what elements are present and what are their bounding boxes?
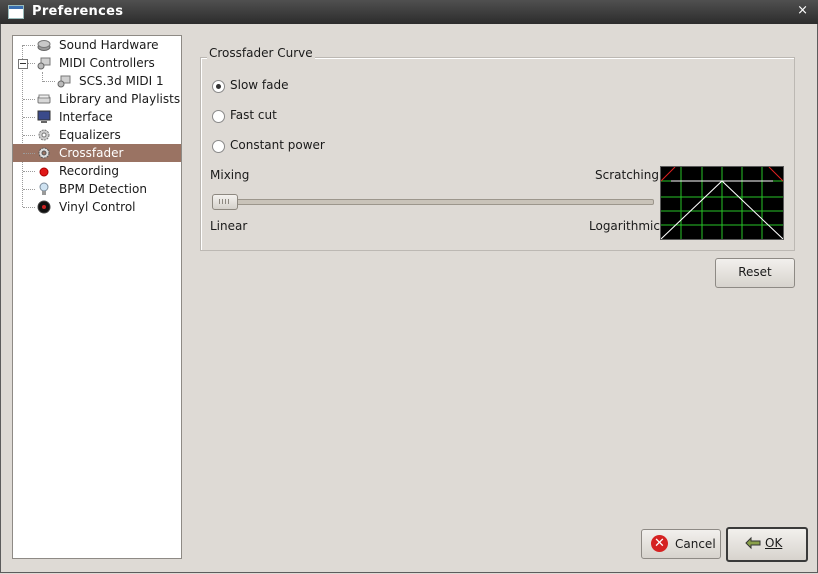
group-title: Crossfader Curve bbox=[207, 46, 315, 60]
midi-controller-icon bbox=[37, 57, 51, 70]
sidebar-item-label: Vinyl Control bbox=[59, 200, 136, 214]
ok-button[interactable]: OK bbox=[726, 527, 808, 562]
window-icon bbox=[8, 5, 24, 19]
slider-handle[interactable] bbox=[212, 194, 238, 210]
cancel-label: Cancel bbox=[675, 537, 716, 551]
collapse-icon[interactable] bbox=[18, 59, 28, 69]
tree-guide-line bbox=[23, 99, 35, 100]
sidebar-item-interface[interactable]: Interface bbox=[13, 108, 181, 126]
close-button[interactable]: × bbox=[797, 3, 808, 18]
sidebar-item-label: Library and Playlists bbox=[59, 92, 181, 106]
sidebar-item-bpm-detection[interactable]: BPM Detection bbox=[13, 180, 181, 198]
preferences-window: Preferences × Sound Hardware MIDI Contro… bbox=[0, 0, 818, 574]
window-title: Preferences bbox=[32, 4, 124, 19]
reset-button[interactable]: Reset bbox=[715, 258, 795, 288]
vinyl-icon bbox=[37, 200, 51, 214]
tree-guide-line bbox=[23, 117, 35, 118]
linear-label: Linear bbox=[210, 219, 248, 233]
cancel-button[interactable]: ✕ Cancel bbox=[641, 529, 721, 559]
tree-guide-line bbox=[23, 135, 35, 136]
sidebar-item-midi-controllers[interactable]: MIDI Controllers bbox=[13, 54, 181, 72]
radio-label: Slow fade bbox=[230, 78, 289, 92]
tree-guide-line bbox=[23, 153, 35, 154]
sidebar-item-label: Crossfader bbox=[59, 146, 124, 160]
sidebar-item-crossfader[interactable]: Crossfader bbox=[13, 144, 181, 162]
sidebar-item-label: MIDI Controllers bbox=[59, 56, 155, 70]
reset-label: Reset bbox=[738, 265, 772, 279]
crossfader-curve-slider[interactable] bbox=[212, 199, 654, 205]
radio-indicator[interactable] bbox=[212, 140, 225, 153]
sidebar-item-label: SCS.3d MIDI 1 bbox=[79, 74, 164, 88]
tree-guide-line bbox=[23, 45, 35, 46]
tree-guide-line bbox=[28, 63, 35, 64]
sidebar-item-label: Recording bbox=[59, 164, 120, 178]
monitor-icon bbox=[37, 110, 51, 123]
logarithmic-label: Logarithmic bbox=[589, 219, 660, 233]
radio-indicator[interactable] bbox=[212, 80, 225, 93]
title-bar: Preferences × bbox=[0, 0, 818, 24]
radio-label: Constant power bbox=[230, 138, 325, 152]
sidebar-item-sound-hardware[interactable]: Sound Hardware bbox=[13, 36, 181, 54]
radio-label: Fast cut bbox=[230, 108, 277, 122]
sidebar-item-library[interactable]: Library and Playlists bbox=[13, 90, 181, 108]
sidebar-item-scs3d-midi[interactable]: SCS.3d MIDI 1 bbox=[13, 72, 181, 90]
sidebar-item-label: Equalizers bbox=[59, 128, 121, 142]
speaker-icon bbox=[37, 40, 51, 51]
mixing-label: Mixing bbox=[210, 168, 250, 182]
tree-guide-line bbox=[23, 171, 35, 172]
record-icon bbox=[39, 167, 49, 177]
library-icon bbox=[37, 94, 51, 104]
tree-guide-line bbox=[23, 189, 35, 190]
scratching-label: Scratching bbox=[595, 168, 659, 182]
tree-guide-line bbox=[43, 81, 55, 82]
sidebar-item-recording[interactable]: Recording bbox=[13, 162, 181, 180]
ok-label: OK bbox=[765, 536, 783, 550]
radio-indicator[interactable] bbox=[212, 110, 225, 123]
sidebar-item-label: BPM Detection bbox=[59, 182, 147, 196]
sidebar-item-label: Interface bbox=[59, 110, 113, 124]
cancel-icon: ✕ bbox=[651, 535, 668, 552]
sidebar-item-vinyl-control[interactable]: Vinyl Control bbox=[13, 198, 181, 216]
equalizer-icon bbox=[38, 129, 50, 141]
ok-arrow-icon bbox=[745, 536, 761, 550]
sidebar-item-label: Sound Hardware bbox=[59, 38, 159, 52]
crossfader-curve-graph bbox=[660, 166, 784, 240]
preferences-tree[interactable]: Sound Hardware MIDI Controllers SCS.3d M… bbox=[12, 35, 182, 559]
sidebar-item-equalizers[interactable]: Equalizers bbox=[13, 126, 181, 144]
tree-guide-line bbox=[23, 207, 35, 208]
midi-device-icon bbox=[57, 75, 71, 88]
bulb-icon bbox=[39, 182, 49, 195]
crossfader-gear-icon bbox=[38, 147, 50, 159]
